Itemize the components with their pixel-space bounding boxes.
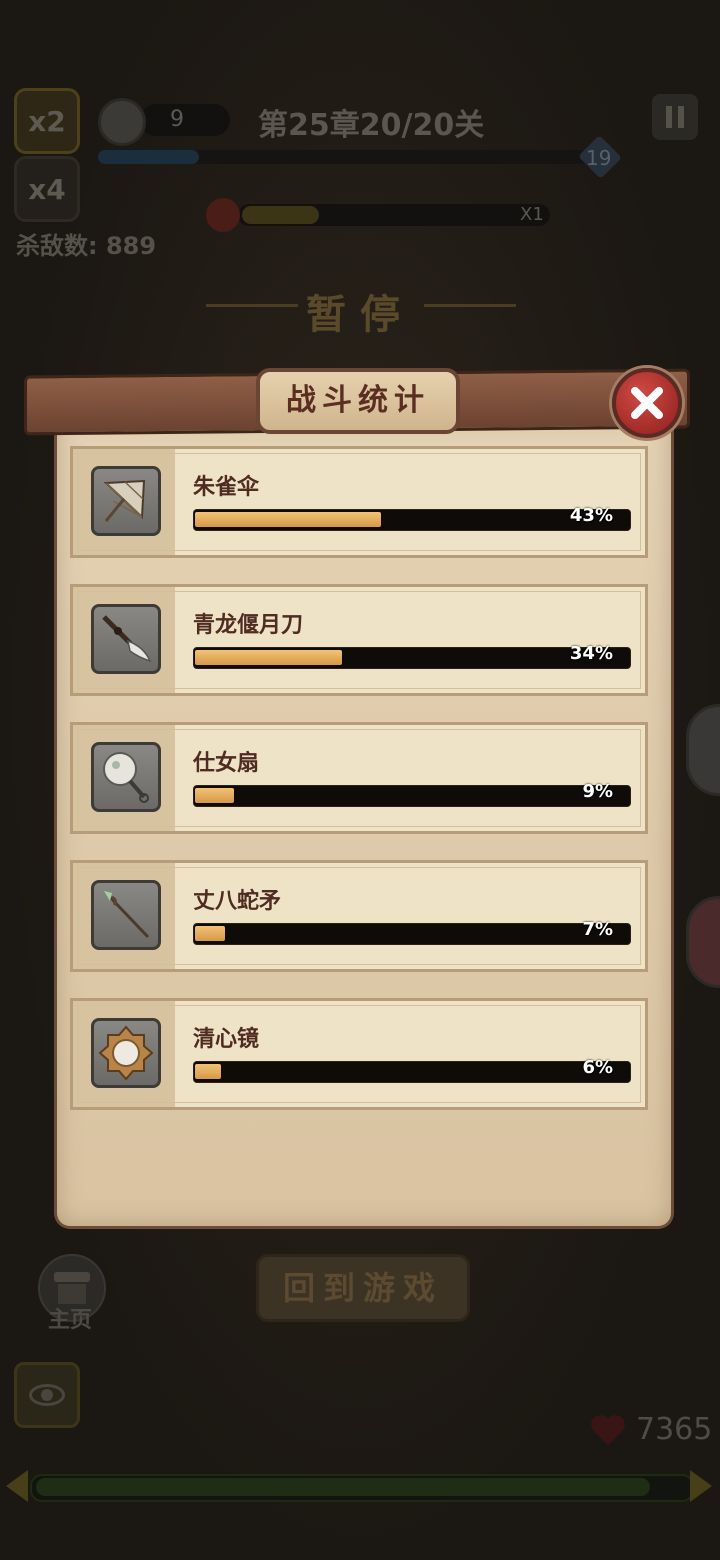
speed-x4-label: x4 (28, 172, 66, 206)
speed-x2-button[interactable]: x2 (14, 88, 80, 154)
weapon-stat-card: 青龙偃月刀 34% (70, 584, 648, 696)
glaive-icon (91, 604, 161, 674)
home-label: 主页 (47, 1308, 92, 1333)
arrow-right-icon (690, 1470, 712, 1502)
wave-number: 19 (586, 146, 612, 170)
eye-icon[interactable] (14, 1362, 80, 1428)
weapon-icon-panel (73, 725, 175, 831)
damage-share-bar (193, 923, 631, 945)
spear-icon (91, 880, 161, 950)
damage-share-percent: 34% (569, 643, 613, 664)
arrow-left-icon (6, 1470, 28, 1502)
close-button[interactable] (612, 368, 682, 438)
gem-counter: 9 (140, 104, 230, 136)
weapon-name: 青龙偃月刀 (193, 613, 304, 638)
damage-share-fill (195, 788, 234, 803)
weapon-name: 朱雀伞 (193, 475, 260, 500)
gem-count: 9 (170, 107, 184, 132)
return-to-game-button[interactable]: 回到游戏 (256, 1254, 470, 1322)
speed-x4-button[interactable]: x4 (14, 156, 80, 222)
xp-bar-fill (36, 1478, 650, 1496)
rage-multiplier: X1 (520, 204, 544, 225)
speed-x2-label: x2 (28, 104, 66, 138)
kills-label: 杀敌数: (16, 232, 98, 260)
weapon-stat-card: 朱雀伞 43% (70, 446, 648, 558)
damage-share-fill (195, 1064, 221, 1079)
weapon-stat-card: 清心镜 6% (70, 998, 648, 1110)
weapon-stat-card: 丈八蛇矛 7% (70, 860, 648, 972)
damage-share-fill (195, 650, 342, 665)
weapon-icon-panel (73, 449, 175, 555)
damage-share-percent: 7% (582, 919, 613, 940)
weapon-name: 丈八蛇矛 (193, 889, 282, 914)
weapon-stat-card: 仕女扇 9% (70, 722, 648, 834)
damage-share-percent: 6% (582, 1057, 613, 1078)
weapon-name: 仕女扇 (193, 751, 260, 776)
damage-share-percent: 9% (582, 781, 613, 802)
chapter-label: 第25章20/20关 (258, 108, 485, 143)
fan-icon (91, 742, 161, 812)
heart-icon (591, 1415, 625, 1445)
umbrella-icon (91, 466, 161, 536)
kill-counter: 杀敌数: 889 (16, 226, 156, 261)
damage-share-fill (195, 926, 225, 941)
weapon-icon-panel (73, 1001, 175, 1107)
hp-value: 7365 (636, 1412, 713, 1447)
weapon-icon-panel (73, 863, 175, 969)
damage-share-percent: 43% (569, 505, 613, 526)
pause-button[interactable] (652, 94, 698, 140)
damage-share-bar (193, 1061, 631, 1083)
weapon-name: 清心镜 (193, 1027, 260, 1052)
wave-progress-fill (98, 150, 199, 164)
apple-icon (206, 198, 240, 232)
mirror-icon (91, 1018, 161, 1088)
damage-share-bar (193, 785, 631, 807)
gem-icon (98, 98, 146, 146)
dialog-title: 战斗统计 (256, 368, 460, 434)
kills-value: 889 (105, 232, 157, 260)
rage-bar-fill (242, 206, 319, 224)
paused-title: 暂停 (306, 292, 414, 338)
weapon-icon-panel (73, 587, 175, 693)
damage-share-fill (195, 512, 381, 527)
